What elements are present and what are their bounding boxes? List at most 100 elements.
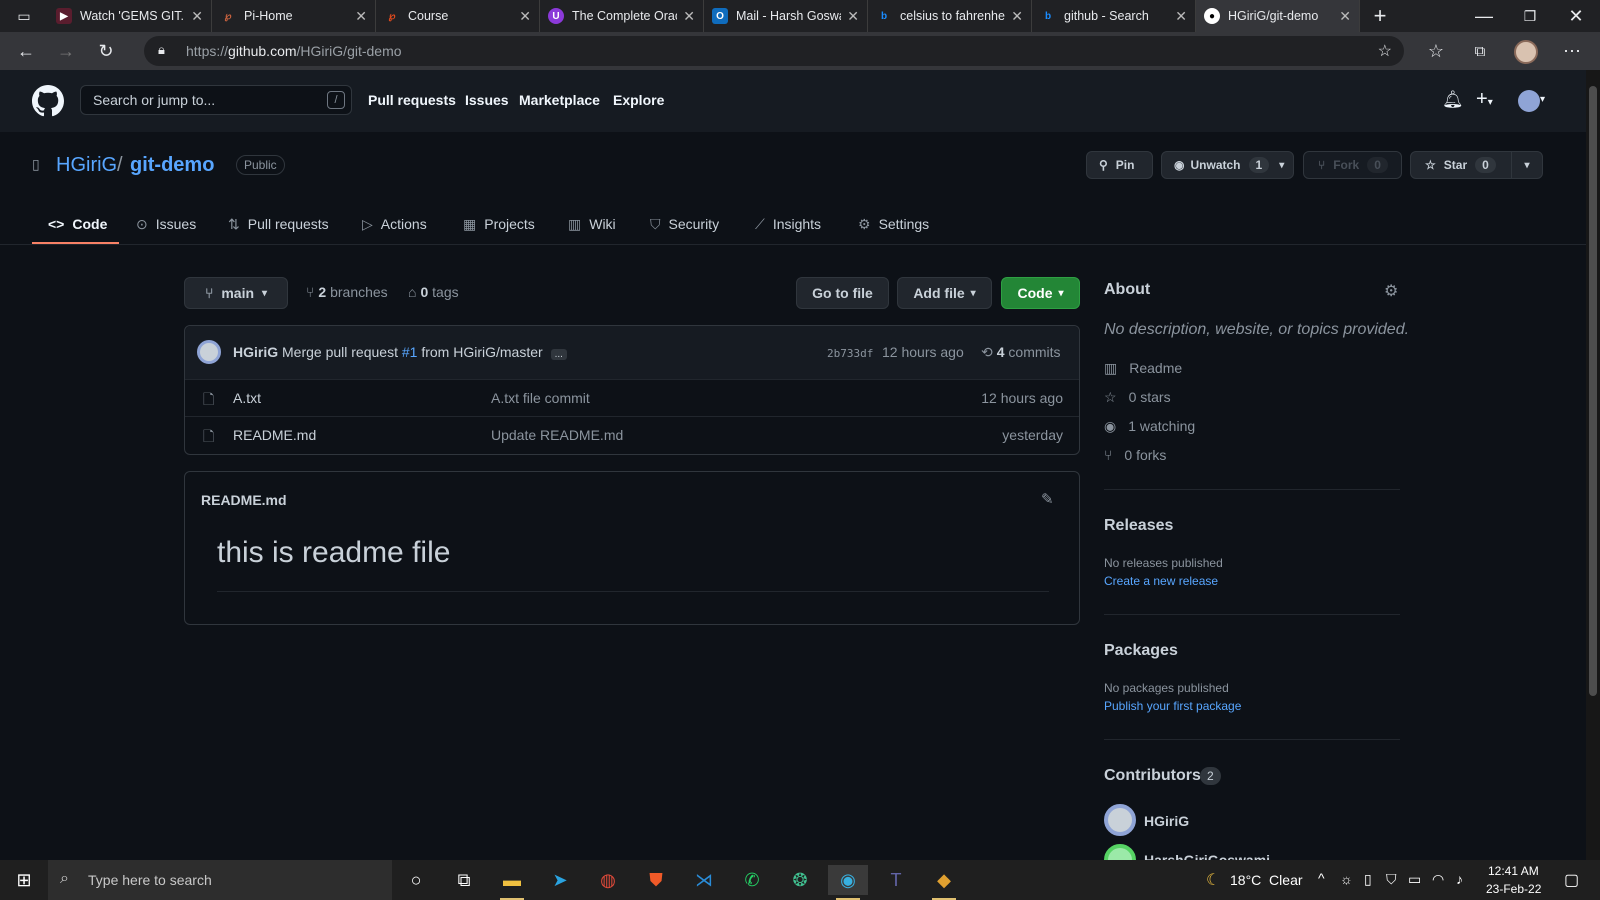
pencil-icon[interactable]: ✎ [1041, 490, 1054, 508]
clock-date[interactable]: 23-Feb-22 [1486, 882, 1541, 896]
code-button[interactable]: Code ▾ [1001, 277, 1080, 309]
file-name-link[interactable]: A.txt [233, 390, 261, 406]
favorites-icon[interactable]: ☆ [1416, 32, 1456, 70]
teams-icon[interactable]: T [876, 865, 916, 895]
readme-link[interactable]: ▥ Readme [1104, 360, 1182, 377]
close-icon[interactable]: ✕ [1175, 8, 1187, 25]
close-icon[interactable]: ✕ [519, 8, 531, 25]
star-list-dropdown[interactable]: ▾ [1511, 151, 1543, 179]
weather-text[interactable]: 18°C Clear [1230, 872, 1303, 888]
refresh-icon[interactable]: ↻ [86, 32, 126, 70]
commit-author-link[interactable]: HGiriG [233, 344, 278, 360]
profile-avatar[interactable] [1514, 40, 1538, 64]
user-avatar[interactable] [1518, 90, 1540, 112]
browser-tab[interactable]: U The Complete Orac ✕ [540, 0, 704, 32]
browser-tab[interactable]: b github - Search ✕ [1032, 0, 1196, 32]
browser-tab-active[interactable]: ● HGiriG/git-demo ✕ [1196, 0, 1360, 32]
close-icon[interactable]: ✕ [1011, 8, 1023, 25]
whatsapp-icon[interactable]: ✆ [732, 865, 772, 895]
search-input[interactable]: Search or jump to... / [80, 85, 352, 115]
releases-heading[interactable]: Releases [1104, 517, 1173, 535]
commit-message[interactable]: Merge pull request [282, 344, 398, 360]
branch-select-button[interactable]: ⑂ main ▾ [184, 277, 288, 309]
browser-tab[interactable]: ▶ Watch 'GEMS GIT... ✕ [48, 0, 212, 32]
chevron-down-icon[interactable]: ▾ [1540, 94, 1545, 105]
commits-history-link[interactable]: ⟲ 4 commits [981, 344, 1061, 361]
browser-tab[interactable]: b celsius to fahrenhe ✕ [868, 0, 1032, 32]
tab-pull-requests[interactable]: ⇅ Pull requests [228, 204, 329, 244]
contributor-avatar[interactable] [1104, 804, 1136, 836]
notification-icon[interactable]: ▢ [1564, 870, 1579, 890]
expand-commit-button[interactable]: ... [550, 349, 567, 360]
go-to-file-button[interactable]: Go to file [796, 277, 889, 309]
chrome-icon[interactable]: ◍ [588, 865, 628, 895]
volume-icon[interactable]: ♪ [1456, 871, 1463, 887]
restore-icon[interactable]: ❐ [1510, 0, 1550, 35]
browser-tab[interactable]: ℘ Course ✕ [376, 0, 540, 32]
tab-issues[interactable]: ⊙ Issues [136, 204, 196, 244]
scrollbar-thumb[interactable] [1589, 86, 1597, 696]
tab-insights[interactable]: ⟋ Insights [755, 204, 821, 244]
file-commit-message[interactable]: Update README.md [491, 427, 623, 443]
tab-actions-icon[interactable]: ▭ [0, 0, 48, 35]
brave-icon[interactable]: ⛊ [636, 865, 676, 895]
browser-tab[interactable]: O Mail - Harsh Goswa ✕ [704, 0, 868, 32]
close-icon[interactable]: ✕ [191, 8, 203, 25]
close-icon[interactable]: ✕ [847, 8, 859, 25]
github-logo-icon[interactable] [32, 85, 64, 117]
contributors-heading[interactable]: Contributors [1104, 767, 1201, 785]
tab-actions[interactable]: ▷ Actions [362, 204, 427, 244]
commit-sha-link[interactable]: 2b733df [827, 347, 873, 360]
cortana-icon[interactable]: ○ [396, 865, 436, 895]
telegram-icon[interactable]: ➤ [540, 865, 580, 895]
url-bar[interactable]: 🔒︎ https://github.com/HGiriG/git-demo ☆ [144, 36, 1404, 66]
tab-code[interactable]: <> Code [48, 204, 107, 244]
unwatch-button[interactable]: ◉ Unwatch 1 ▾ [1161, 151, 1294, 179]
git-icon[interactable]: ◆ [924, 865, 964, 900]
tags-link[interactable]: ⌂ 0 tags [408, 284, 459, 300]
taskbar-search-input[interactable]: ⌕ Type here to search [48, 860, 392, 900]
vscode-icon[interactable]: ⋊ [684, 865, 724, 895]
pull-request-link[interactable]: #1 [402, 344, 418, 360]
browser-tab[interactable]: ℘ Pi-Home ✕ [212, 0, 376, 32]
wifi-icon[interactable]: ◠ [1432, 871, 1444, 888]
brightness-icon[interactable]: ☼ [1340, 871, 1353, 887]
edge-icon[interactable]: ◉ [828, 865, 868, 900]
readme-title[interactable]: README.md [201, 492, 287, 508]
commit-message-suffix[interactable]: from HGiriG/master [421, 344, 542, 360]
close-window-icon[interactable]: ✕ [1556, 0, 1596, 35]
tab-security[interactable]: ⛉ Security [650, 204, 719, 244]
page-scrollbar[interactable] [1586, 70, 1600, 860]
commit-author-avatar[interactable] [197, 340, 221, 364]
contributor-name[interactable]: HGiriG [1144, 813, 1189, 829]
minimize-icon[interactable]: — [1464, 0, 1504, 35]
device-icon[interactable]: ▯ [1364, 871, 1372, 888]
windows-start-icon[interactable]: ⊞ [4, 865, 44, 895]
plus-dropdown-icon[interactable]: +▾ [1476, 88, 1493, 111]
tab-wiki[interactable]: ▥ Wiki [568, 204, 616, 244]
tab-projects[interactable]: ▦ Projects [463, 204, 535, 244]
close-icon[interactable]: ✕ [355, 8, 367, 25]
nav-explore[interactable]: Explore [613, 92, 664, 108]
shield-icon[interactable]: ⛉ [1386, 871, 1397, 888]
publish-package-link[interactable]: Publish your first package [1104, 699, 1241, 713]
file-row[interactable]: 🗋︎ A.txt A.txt file commit 12 hours ago [185, 379, 1079, 416]
collections-icon[interactable]: ⧉ [1460, 32, 1500, 70]
file-commit-message[interactable]: A.txt file commit [491, 390, 590, 406]
chatgpt-icon[interactable]: ❂ [780, 865, 820, 895]
more-icon[interactable]: ⋯ [1552, 32, 1592, 70]
battery-icon[interactable]: ▭ [1408, 871, 1421, 888]
clock-time[interactable]: 12:41 AM [1488, 864, 1539, 878]
packages-heading[interactable]: Packages [1104, 642, 1178, 660]
task-view-icon[interactable]: ⧉ [444, 865, 484, 895]
contributor-avatar[interactable] [1104, 844, 1136, 860]
nav-issues[interactable]: Issues [465, 92, 509, 108]
file-explorer-icon[interactable]: ▬ [492, 865, 532, 900]
nav-marketplace[interactable]: Marketplace [519, 92, 600, 108]
add-favorite-icon[interactable]: ☆ [1378, 41, 1392, 61]
close-icon[interactable]: ✕ [683, 8, 695, 25]
close-icon[interactable]: ✕ [1339, 8, 1351, 25]
file-row[interactable]: 🗋︎ README.md Update README.md yesterday [185, 416, 1079, 453]
back-icon[interactable]: ← [6, 32, 46, 70]
nav-pull-requests[interactable]: Pull requests [368, 92, 456, 108]
